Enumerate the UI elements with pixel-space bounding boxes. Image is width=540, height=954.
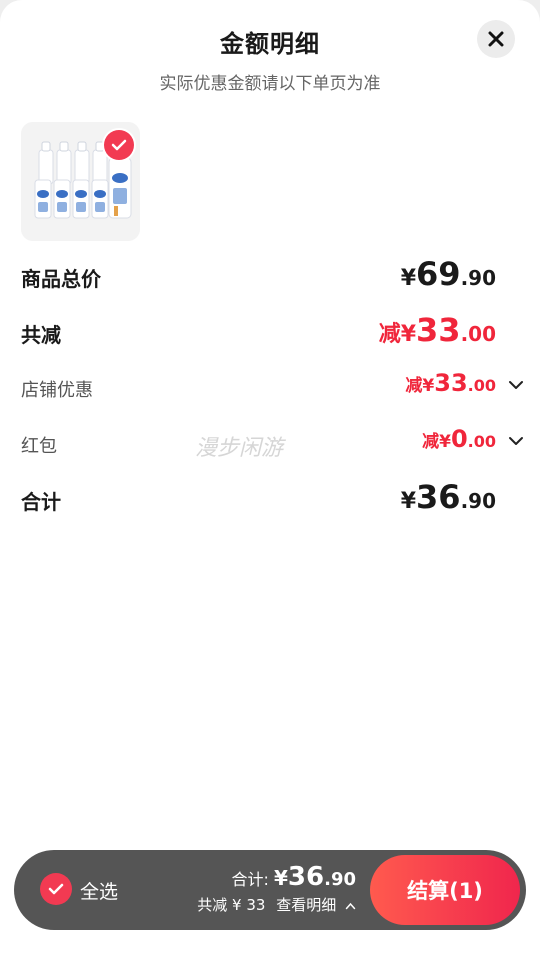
checkout-button[interactable]: 结算(1) (370, 855, 520, 925)
watermark-text: 漫步闲游 (195, 436, 284, 461)
close-button[interactable] (477, 20, 515, 58)
goods-total-row: 商品总价 ¥69.90 (21, 255, 526, 295)
amount-integer: 69 (416, 255, 461, 293)
total-reduce-amount: 减¥33.00 (379, 311, 496, 349)
check-icon (111, 139, 127, 151)
currency-symbol: ¥ (439, 432, 451, 452)
amount-integer: 33 (434, 369, 468, 397)
total-reduce-label: 共减 (21, 323, 61, 347)
check-icon (48, 883, 64, 895)
amount-decimal: .00 (467, 432, 496, 451)
chevron-down-icon[interactable] (508, 380, 524, 390)
reduce-prefix: 减 (422, 432, 440, 452)
red-packet-label: 红包 (21, 436, 57, 457)
store-discount-row[interactable]: 店铺优惠 减¥33.00 (21, 366, 526, 406)
sheet-title: 金额明细 (220, 30, 320, 58)
amount-integer: 0 (450, 425, 468, 453)
view-detail-link[interactable]: 查看明细 (276, 896, 336, 914)
grand-total-amount: ¥36.90 (401, 478, 496, 516)
amount-decimal: .00 (460, 322, 496, 346)
bar-detail[interactable]: 共减 ¥ 33 查看明细 (197, 894, 356, 915)
amount-integer: 36 (416, 478, 461, 516)
sheet-subtitle: 实际优惠金额请以下单页为准 (159, 74, 381, 94)
close-icon (488, 31, 504, 47)
bar-total-decimal: .90 (324, 869, 356, 890)
currency-symbol: ¥ (400, 322, 417, 347)
store-discount-amount: 减¥33.00 (405, 369, 496, 397)
grand-total-row: 合计 ¥36.90 (21, 478, 526, 518)
product-selected-checkbox[interactable] (104, 130, 134, 160)
bar-total-integer: 36 (287, 862, 325, 892)
goods-total-amount: ¥69.90 (401, 255, 496, 293)
grand-total-label: 合计 (21, 490, 61, 514)
currency-symbol: ¥ (422, 376, 435, 396)
chevron-down-icon[interactable] (508, 436, 524, 446)
bar-total: 合计: ¥36.90 (232, 862, 357, 892)
goods-total-label: 商品总价 (21, 267, 101, 291)
amount-decimal: .90 (460, 489, 496, 513)
select-all-label[interactable]: 全选 (80, 877, 118, 904)
red-packet-amount: 减¥0.00 (422, 425, 496, 453)
select-all-checkbox[interactable] (40, 873, 72, 905)
amount-integer: 33 (416, 311, 461, 349)
checkout-bar: 全选 合计: ¥36.90 共减 ¥ 33 查看明细 结算(1) (14, 850, 526, 930)
currency-symbol: ¥ (274, 866, 288, 890)
currency-symbol: ¥ (400, 266, 417, 291)
bar-total-label: 合计: (231, 870, 269, 889)
amount-decimal: .00 (467, 376, 496, 395)
amount-decimal: .90 (460, 266, 496, 290)
store-discount-label: 店铺优惠 (21, 380, 93, 401)
total-reduce-row: 共减 减¥33.00 (21, 311, 526, 351)
chevron-up-icon (345, 902, 356, 910)
reduce-prefix: 减 (405, 376, 423, 396)
amount-detail-sheet: 金额明细 实际优惠金额请以下单页为准 商品总价 ¥69.90 共减 减¥33.0… (0, 0, 540, 954)
currency-symbol: ¥ (400, 489, 417, 514)
bar-reduce-text: 共减 ¥ 33 (197, 896, 266, 914)
reduce-prefix: 减 (378, 322, 401, 347)
